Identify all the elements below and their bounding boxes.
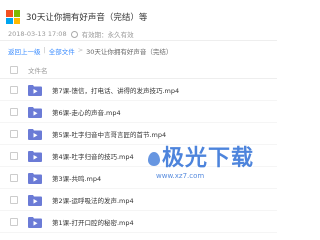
file-row[interactable]: 第7课-馈信，打电话、讲得的发声技巧.mp4	[0, 79, 277, 101]
watermark-url: www.xz7.com	[156, 172, 205, 180]
breadcrumb-current: 30天让你拥有好声音（完结）	[86, 48, 173, 56]
file-checkbox[interactable]	[10, 107, 18, 116]
validity-label: 有效期：永久有效	[81, 31, 134, 39]
breadcrumb-back-link[interactable]: 返回上一级	[8, 46, 41, 56]
file-row[interactable]: 第6课-走心的声音.mp4	[0, 101, 277, 123]
divider	[0, 40, 277, 41]
file-name[interactable]: 第1课-打开口腔的秘密.mp4	[52, 217, 134, 227]
file-name[interactable]: 第5课-吐字归音中言哥言匠的首节.mp4	[52, 129, 166, 139]
column-filename[interactable]: 文件名	[28, 65, 48, 75]
breadcrumb-separator: >	[77, 46, 84, 54]
video-folder-icon	[28, 150, 42, 162]
file-name[interactable]: 第3课-共鸣.mp4	[52, 173, 101, 183]
file-name[interactable]: 第4课-吐字归音的技巧.mp4	[52, 151, 134, 161]
file-name[interactable]: 第2课-运呼吸法的发声.mp4	[52, 195, 134, 205]
file-checkbox[interactable]	[10, 151, 18, 160]
file-checkbox[interactable]	[10, 173, 18, 182]
video-folder-icon	[28, 172, 42, 184]
breadcrumb-all-files-link[interactable]: 全部文件	[49, 46, 75, 56]
video-folder-icon	[28, 106, 42, 118]
video-folder-icon	[28, 194, 42, 206]
share-title: 30天让你拥有好声音（完结）等	[26, 13, 148, 23]
select-all-checkbox[interactable]	[10, 65, 18, 74]
file-name[interactable]: 第6课-走心的声音.mp4	[52, 107, 121, 117]
file-checkbox[interactable]	[10, 129, 18, 138]
breadcrumb-separator: |	[43, 46, 46, 54]
video-folder-icon	[28, 216, 42, 228]
file-checkbox[interactable]	[10, 85, 18, 94]
file-name[interactable]: 第7课-馈信，打电话、讲得的发声技巧.mp4	[52, 85, 179, 95]
breadcrumb: 返回上一级 | 全部文件 > 30天让你拥有好声音（完结）	[8, 46, 172, 56]
file-list-header: 文件名	[0, 61, 277, 79]
file-row[interactable]: 第2课-运呼吸法的发声.mp4	[0, 189, 277, 211]
file-checkbox[interactable]	[10, 195, 18, 204]
watermark-text: 极光下载	[162, 146, 255, 171]
watermark: 极光下载 www.xz7.com	[148, 140, 268, 180]
video-folder-icon	[28, 128, 42, 140]
watermark-logo-icon	[148, 152, 160, 166]
video-folder-icon	[28, 84, 42, 96]
share-meta: 2018-03-13 17:08 有效期：永久有效	[8, 29, 134, 39]
windows-logo-icon	[6, 10, 20, 24]
clock-icon	[70, 30, 78, 38]
share-date: 2018-03-13 17:08	[8, 30, 67, 38]
header: 30天让你拥有好声音（完结）等	[6, 6, 271, 28]
file-row[interactable]: 第1课-打开口腔的秘密.mp4	[0, 211, 277, 233]
file-checkbox[interactable]	[10, 217, 18, 226]
